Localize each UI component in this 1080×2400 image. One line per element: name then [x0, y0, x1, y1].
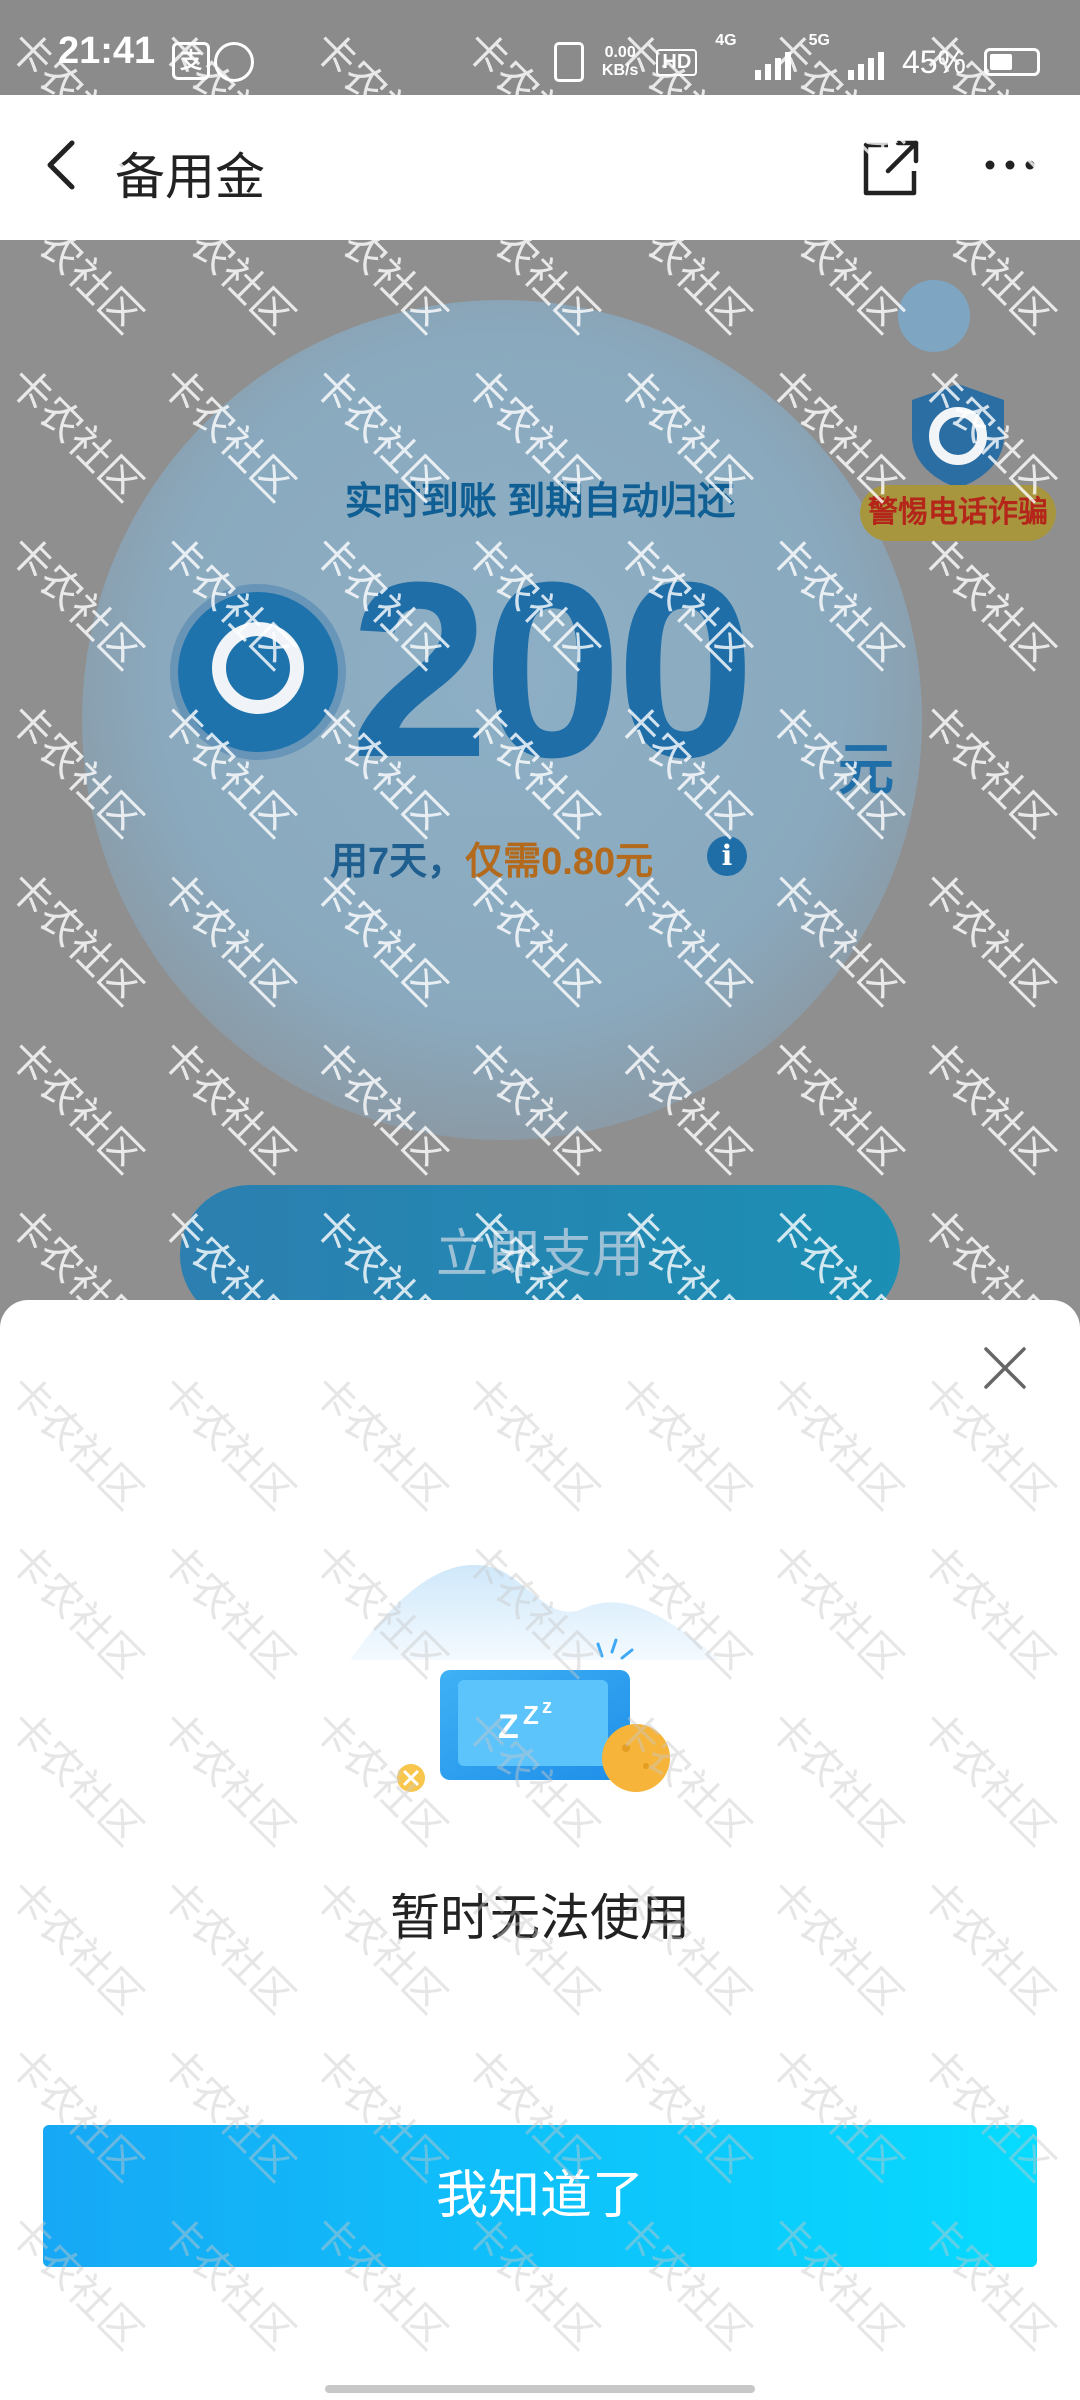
nav-bar: 备用金 [0, 95, 1080, 240]
sleeping-phone-illustration: Z Z z [350, 1564, 720, 1792]
status-indicators: 0.00 KB/s HD 4G 5G 45% [553, 32, 1040, 92]
svg-text:Z: Z [523, 1700, 539, 1730]
page-title: 备用金 [115, 149, 265, 205]
network-speed-unit: KB/s [601, 62, 639, 79]
battery-icon [984, 48, 1040, 76]
acknowledge-button[interactable]: 我知道了 [43, 2125, 1037, 2267]
network-speed: 0.00 KB/s [602, 44, 638, 80]
unavailable-message: 暂时无法使用 [390, 1890, 690, 1946]
home-indicator[interactable] [325, 2385, 755, 2393]
back-arrow-icon[interactable] [34, 135, 94, 195]
signal-icon-1 [754, 44, 791, 80]
fee-highlight: 仅需0.80元 [465, 841, 654, 883]
fraud-warning-badge[interactable]: 警惕电话诈骗 [860, 485, 1056, 541]
fee-prefix: 用7天， [330, 841, 466, 883]
fee-description: 用7天，仅需0.80元 [330, 830, 653, 885]
credit-amount: 200 [350, 530, 755, 809]
status-time: 21:41 [58, 30, 156, 72]
battery-percent: 45% [901, 43, 966, 80]
vibrate-icon [553, 42, 584, 82]
amount-unit: 元 [838, 738, 894, 801]
decorative-bubble [898, 280, 970, 352]
info-icon[interactable]: i [707, 836, 747, 876]
svg-text:z: z [542, 1696, 552, 1718]
pay-notification-icon: 支 [172, 42, 210, 80]
network-speed-value: 0.00 [604, 44, 636, 61]
close-icon[interactable] [982, 1345, 1028, 1391]
use-now-button[interactable]: 立即支用 [180, 1185, 900, 1300]
coin-logo-icon [178, 592, 338, 752]
unavailable-dialog: Z Z z 暂时无法使用 我知道了 [0, 1300, 1080, 2400]
network-type-1: 4G [715, 32, 737, 49]
more-options-icon[interactable] [980, 135, 1040, 195]
share-icon[interactable] [858, 135, 924, 201]
main-content-dimmed: 实时到账 到期自动归还 200 元 用7天，仅需0.80元 i 警惕电话诈骗 立… [0, 240, 1080, 1300]
network-type-2: 5G [808, 32, 830, 49]
signal-icon-2 [847, 44, 884, 80]
notification-icon [214, 42, 254, 82]
status-bar: 21:41 支 0.00 KB/s HD 4G 5G 45% [0, 0, 1080, 95]
svg-text:Z: Z [498, 1708, 519, 1746]
hd-icon: HD [656, 48, 698, 76]
shield-icon[interactable] [904, 380, 1012, 490]
